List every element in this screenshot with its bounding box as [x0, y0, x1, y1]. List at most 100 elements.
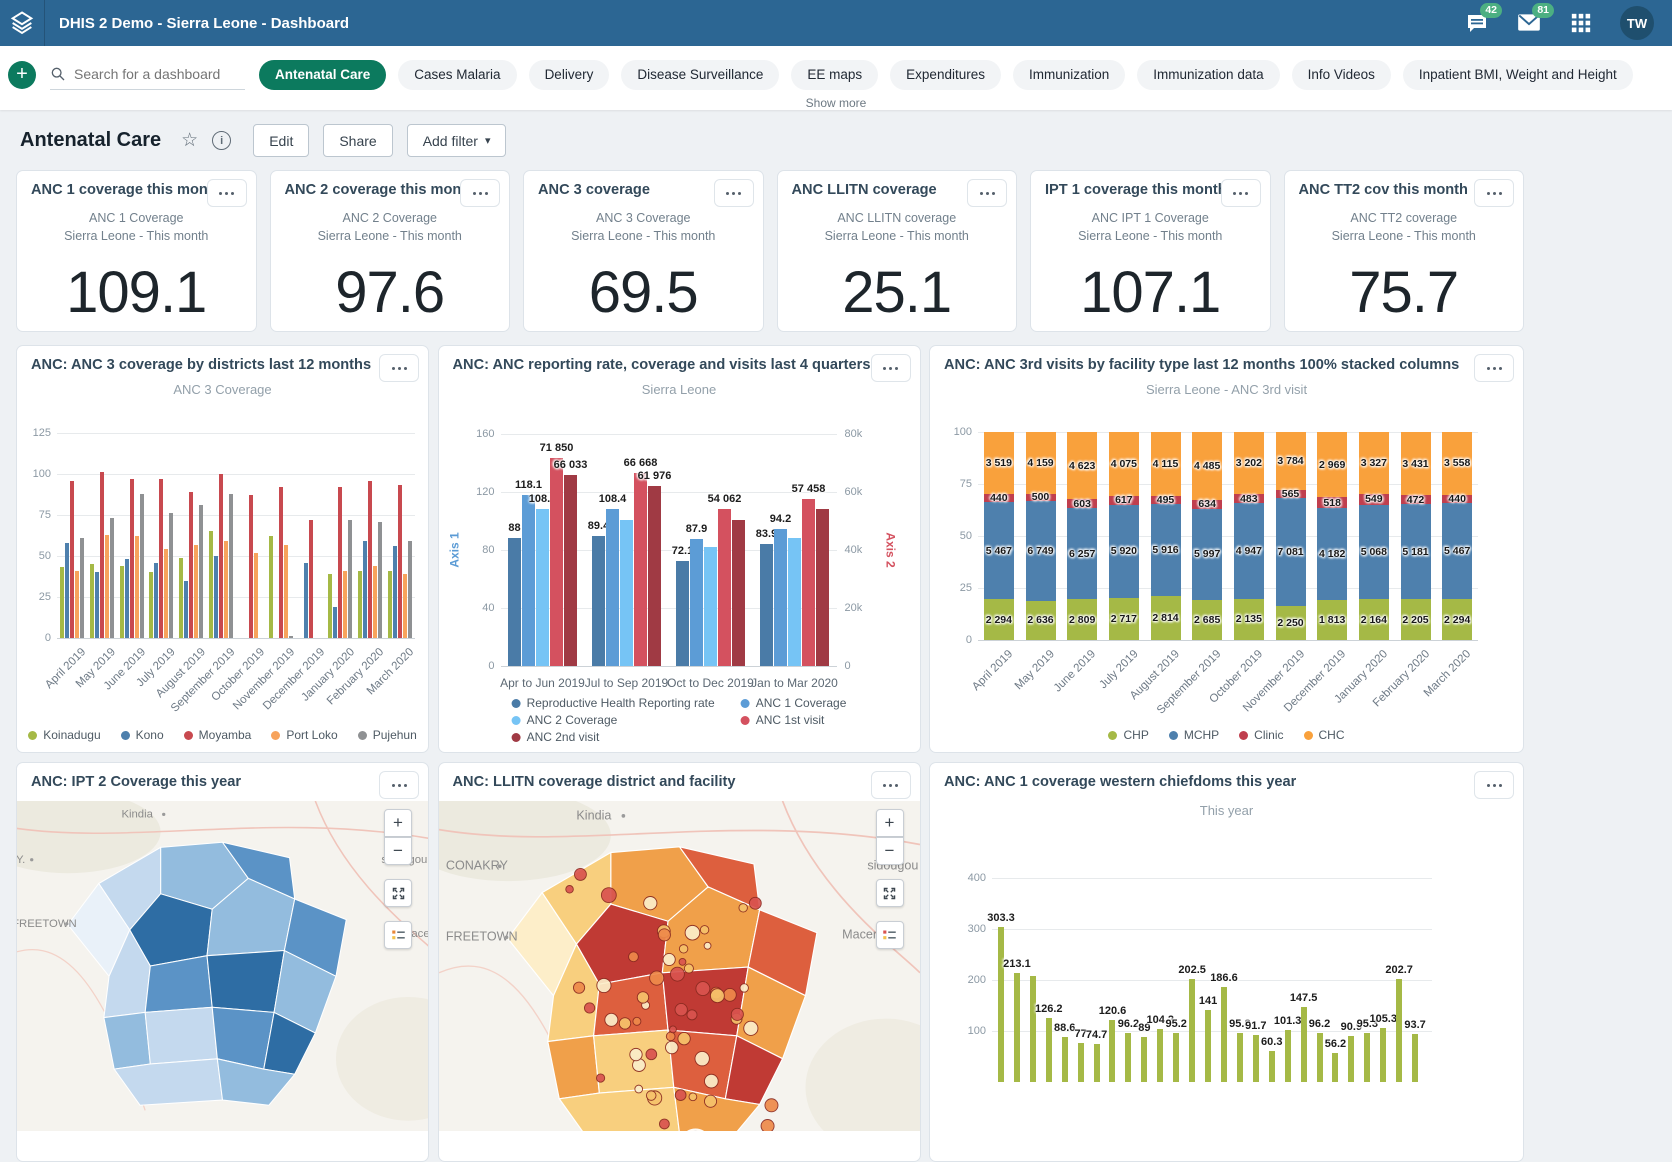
bar[interactable]: [704, 547, 717, 666]
legend-item[interactable]: CHP: [1108, 728, 1148, 742]
bar[interactable]: [100, 472, 104, 638]
bar[interactable]: [289, 636, 293, 638]
star-icon[interactable]: ☆: [181, 131, 198, 151]
bar[interactable]: [1396, 979, 1402, 1082]
share-button[interactable]: Share: [323, 124, 392, 157]
legend-item[interactable]: Reproductive Health Reporting rate: [512, 696, 715, 710]
dashboard-chip[interactable]: Info Videos: [1292, 60, 1391, 90]
map-canvas[interactable]: KindiaCONAKRYsidougouFREETOWNMacenta: [439, 801, 920, 1161]
more-options-button[interactable]: [207, 179, 247, 207]
dashboard-search[interactable]: [50, 59, 245, 90]
add-filter-button[interactable]: Add filter ▾: [407, 124, 507, 157]
legend-item[interactable]: Port Loko: [271, 728, 337, 742]
bar[interactable]: [1094, 1044, 1100, 1082]
map-zoom-in-button[interactable]: +: [384, 809, 412, 837]
bar[interactable]: [184, 581, 188, 638]
bar[interactable]: [105, 535, 109, 638]
bar[interactable]: [333, 607, 337, 638]
bar[interactable]: [338, 487, 342, 638]
more-options-button[interactable]: [1221, 179, 1261, 207]
bar[interactable]: [348, 520, 352, 638]
more-options-button[interactable]: [871, 354, 911, 382]
bar[interactable]: [1332, 1053, 1338, 1082]
map-zoom-out-button[interactable]: −: [384, 837, 412, 865]
more-options-button[interactable]: [1474, 354, 1514, 382]
bar[interactable]: [373, 566, 377, 638]
bar[interactable]: [1317, 1033, 1323, 1082]
legend-item[interactable]: Pujehun: [358, 728, 417, 742]
bar[interactable]: [378, 522, 382, 638]
dashboard-chip[interactable]: Disease Surveillance: [621, 60, 779, 90]
show-more-link[interactable]: Show more: [806, 96, 867, 110]
bar[interactable]: [219, 474, 223, 638]
bar[interactable]: [1348, 1036, 1354, 1082]
bar[interactable]: [70, 481, 74, 638]
more-options-button[interactable]: [1474, 771, 1514, 799]
dashboard-chip[interactable]: Antenatal Care: [259, 60, 386, 90]
more-options-button[interactable]: [871, 771, 911, 799]
bar[interactable]: [159, 479, 163, 638]
more-options-button[interactable]: [967, 179, 1007, 207]
bar[interactable]: [1173, 1033, 1179, 1082]
bar[interactable]: [648, 486, 661, 666]
bar[interactable]: [80, 538, 84, 638]
bar[interactable]: [189, 492, 193, 638]
bar[interactable]: [249, 495, 253, 638]
bar[interactable]: [408, 541, 412, 638]
more-options-button[interactable]: [379, 354, 419, 382]
bar[interactable]: [760, 544, 773, 666]
bar[interactable]: [1030, 976, 1036, 1082]
bar[interactable]: [135, 536, 139, 638]
dashboard-chip[interactable]: Immunization data: [1137, 60, 1279, 90]
bar[interactable]: [65, 543, 69, 638]
bar[interactable]: [169, 513, 173, 638]
bar[interactable]: [199, 505, 203, 638]
bar[interactable]: [550, 458, 563, 666]
legend-item[interactable]: Clinic: [1239, 728, 1283, 742]
dashboard-chip[interactable]: Inpatient BMI, Weight and Height: [1403, 60, 1633, 90]
bar[interactable]: [802, 499, 815, 666]
legend-item[interactable]: ANC 1 Coverage: [741, 696, 847, 710]
bar[interactable]: [194, 545, 198, 638]
bar[interactable]: [676, 561, 689, 666]
bar[interactable]: [304, 563, 308, 638]
bar[interactable]: [368, 481, 372, 638]
dashboard-chip[interactable]: Delivery: [529, 60, 610, 90]
legend-item[interactable]: MCHP: [1169, 728, 1219, 742]
map-canvas[interactable]: KindiaRY.sidougouFREETOWNMacer: [17, 801, 428, 1161]
map-legend-button[interactable]: [384, 921, 412, 949]
bar[interactable]: [1253, 1035, 1259, 1082]
bar[interactable]: [1380, 1028, 1386, 1082]
legend-item[interactable]: ANC 2 Coverage: [512, 713, 715, 727]
bar[interactable]: [309, 520, 313, 638]
more-options-button[interactable]: [714, 179, 754, 207]
bar[interactable]: [1046, 1018, 1052, 1082]
bar[interactable]: [1237, 1033, 1243, 1082]
info-icon[interactable]: i: [212, 131, 231, 150]
bar[interactable]: [1285, 1030, 1291, 1082]
bar[interactable]: [1062, 1037, 1068, 1082]
bar[interactable]: [224, 541, 228, 638]
bar[interactable]: [1109, 1020, 1115, 1082]
bar[interactable]: [229, 494, 233, 638]
bar[interactable]: [1269, 1051, 1275, 1082]
dhis2-logo[interactable]: [0, 0, 45, 46]
bar[interactable]: [634, 473, 647, 666]
bar[interactable]: [522, 495, 535, 666]
bar[interactable]: [1364, 1033, 1370, 1082]
bar[interactable]: [343, 571, 347, 638]
bar[interactable]: [388, 571, 392, 638]
edit-button[interactable]: Edit: [253, 124, 309, 157]
more-options-button[interactable]: [460, 179, 500, 207]
legend-item[interactable]: ANC 1st visit: [741, 713, 847, 727]
bar[interactable]: [1221, 987, 1227, 1082]
bar[interactable]: [164, 549, 168, 638]
bar[interactable]: [718, 509, 731, 666]
more-options-button[interactable]: [379, 771, 419, 799]
bar[interactable]: [75, 571, 79, 638]
bar[interactable]: [149, 572, 153, 638]
bar[interactable]: [592, 536, 605, 666]
bar[interactable]: [788, 538, 801, 666]
bar[interactable]: [564, 475, 577, 666]
bar[interactable]: [1014, 973, 1020, 1082]
